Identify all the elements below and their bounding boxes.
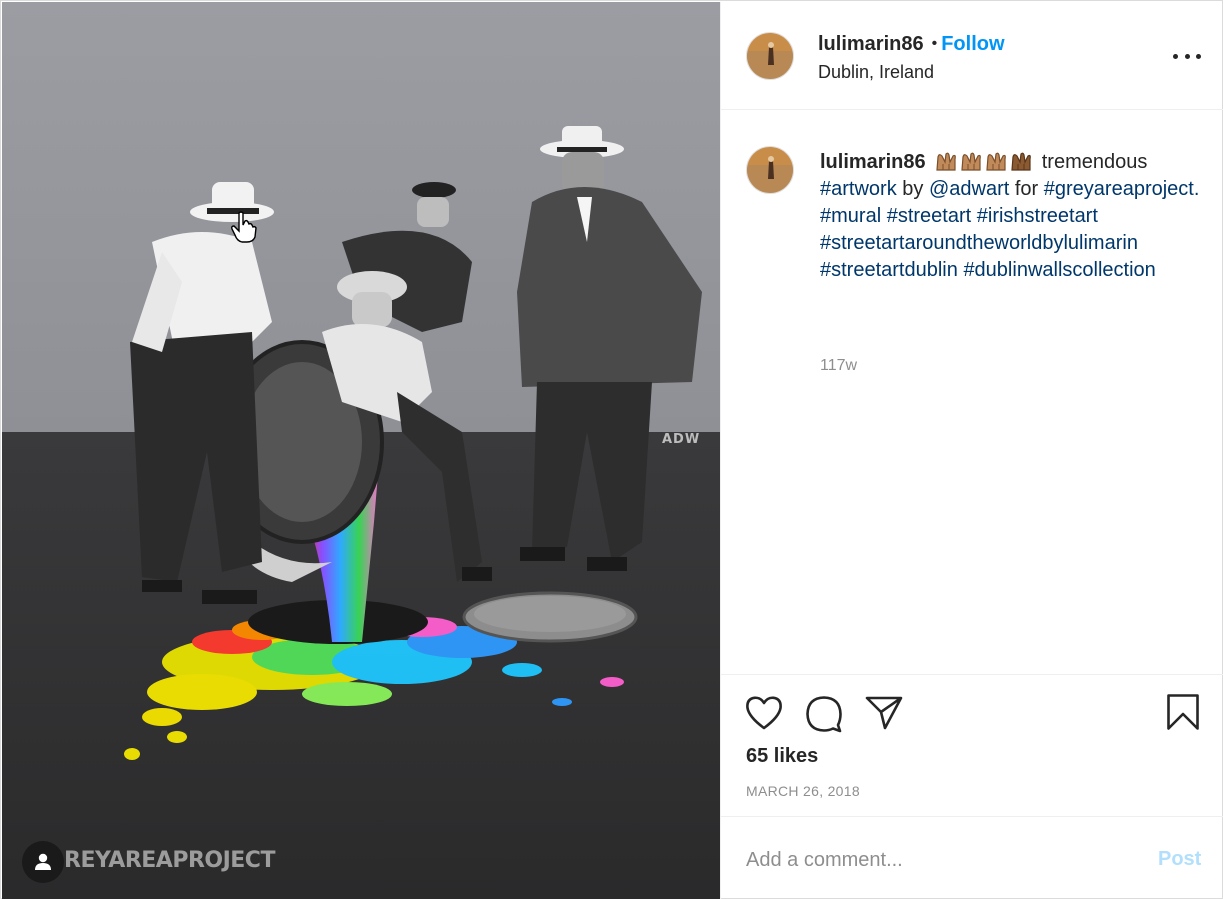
paper-plane-icon — [865, 696, 903, 730]
post-header: lulimarin86 • Follow Dublin, Ireland — [721, 2, 1223, 110]
wall-stencil-text: REYAREAPROJECT — [64, 848, 275, 873]
more-dot-icon — [1173, 53, 1178, 59]
post-location[interactable]: Dublin, Ireland — [818, 62, 934, 83]
tagged-users-button[interactable] — [22, 841, 64, 883]
share-button[interactable] — [865, 695, 903, 736]
hashtag-link[interactable]: #irishstreetart — [977, 205, 1098, 227]
mention-link[interactable]: @adwart — [929, 178, 1009, 200]
author-username[interactable]: lulimarin86 — [818, 33, 924, 55]
comment-form: Post — [721, 816, 1223, 899]
caption-username[interactable]: lulimarin86 — [820, 151, 926, 173]
raised-hands-emoji-icon — [1011, 152, 1032, 171]
save-button[interactable] — [1166, 693, 1200, 736]
hand-cursor-icon — [231, 211, 257, 243]
heart-icon — [746, 696, 782, 730]
caption-word: for — [1014, 178, 1039, 200]
author-avatar[interactable] — [746, 32, 794, 80]
comment-icon — [806, 696, 842, 733]
comment-button[interactable] — [805, 695, 843, 738]
post-dialog: ADW REYAREAPROJECT lulimarin86 • Follow … — [0, 0, 1223, 899]
hashtag-link[interactable]: #artwork — [820, 178, 897, 200]
hashtag-link[interactable]: #greyareaproject. — [1044, 178, 1200, 200]
raised-hands-emoji-icon — [936, 152, 957, 171]
follow-button[interactable]: Follow — [941, 33, 1004, 55]
raised-hands-emoji-icon — [961, 152, 982, 171]
post-details-panel: lulimarin86 • Follow Dublin, Ireland lul… — [720, 2, 1223, 899]
caption-text: lulimarin86 tremendous #artwork by @adwa… — [820, 149, 1200, 284]
action-bar: 65 likes MARCH 26, 2018 — [721, 674, 1223, 816]
caption-avatar[interactable] — [746, 146, 794, 194]
more-dot-icon — [1184, 53, 1190, 59]
hashtag-link[interactable]: #streetartdublin — [820, 259, 958, 281]
more-options-button[interactable] — [1173, 45, 1201, 67]
raised-hands-emoji-group — [935, 150, 1032, 172]
post-age[interactable]: 117w — [820, 357, 857, 375]
like-button[interactable] — [745, 695, 783, 736]
bookmark-icon — [1167, 694, 1199, 730]
post-comment-button[interactable]: Post — [1158, 848, 1201, 871]
separator-dot: • — [931, 35, 938, 52]
hashtag-link[interactable]: #mural — [820, 205, 881, 227]
mural-illustration — [2, 2, 720, 899]
likes-count[interactable]: 65 likes — [746, 745, 818, 768]
post-date: MARCH 26, 2018 — [746, 783, 860, 799]
more-dot-icon — [1196, 53, 1201, 59]
user-icon — [35, 853, 51, 870]
hashtag-link[interactable]: #streetartaroundtheworldbylulimarin — [820, 232, 1138, 254]
caption-section: lulimarin86 tremendous #artwork by @adwa… — [721, 111, 1223, 674]
comment-input[interactable] — [746, 845, 1126, 875]
artist-signature: ADW — [662, 432, 701, 447]
raised-hands-emoji-icon — [986, 152, 1007, 171]
hashtag-link[interactable]: #streetart — [887, 205, 971, 227]
caption-word: tremendous — [1041, 151, 1148, 173]
caption-word: by — [902, 178, 924, 200]
post-image[interactable]: ADW REYAREAPROJECT — [2, 2, 720, 899]
hashtag-link[interactable]: #dublinwallscollection — [963, 259, 1155, 281]
